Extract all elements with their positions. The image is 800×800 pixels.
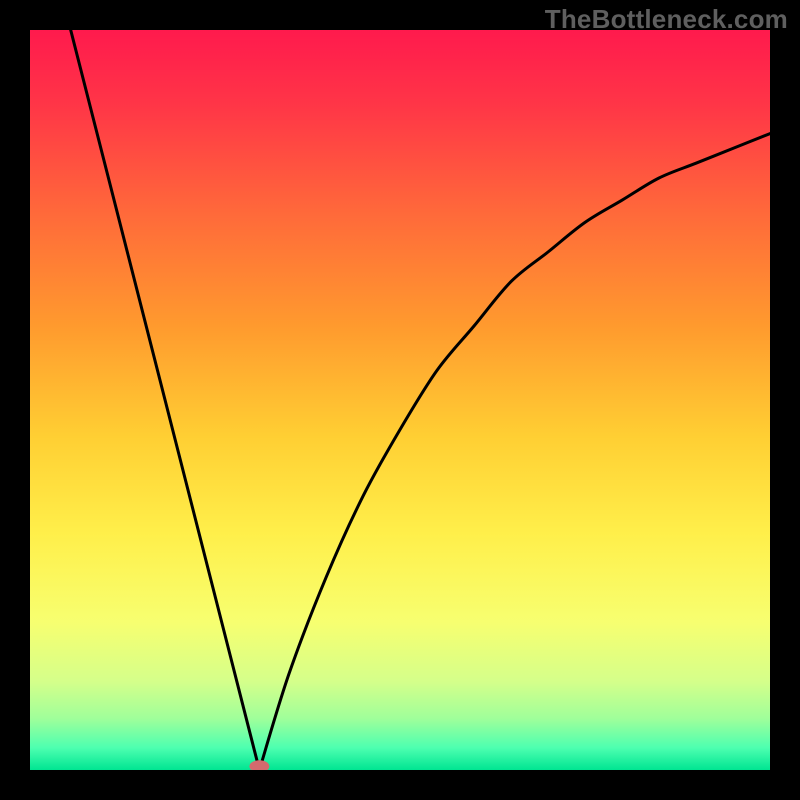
chart-plot (30, 30, 770, 770)
chart-background (30, 30, 770, 770)
chart-frame: TheBottleneck.com (0, 0, 800, 800)
watermark-label: TheBottleneck.com (545, 4, 788, 35)
chart-svg (30, 30, 770, 770)
